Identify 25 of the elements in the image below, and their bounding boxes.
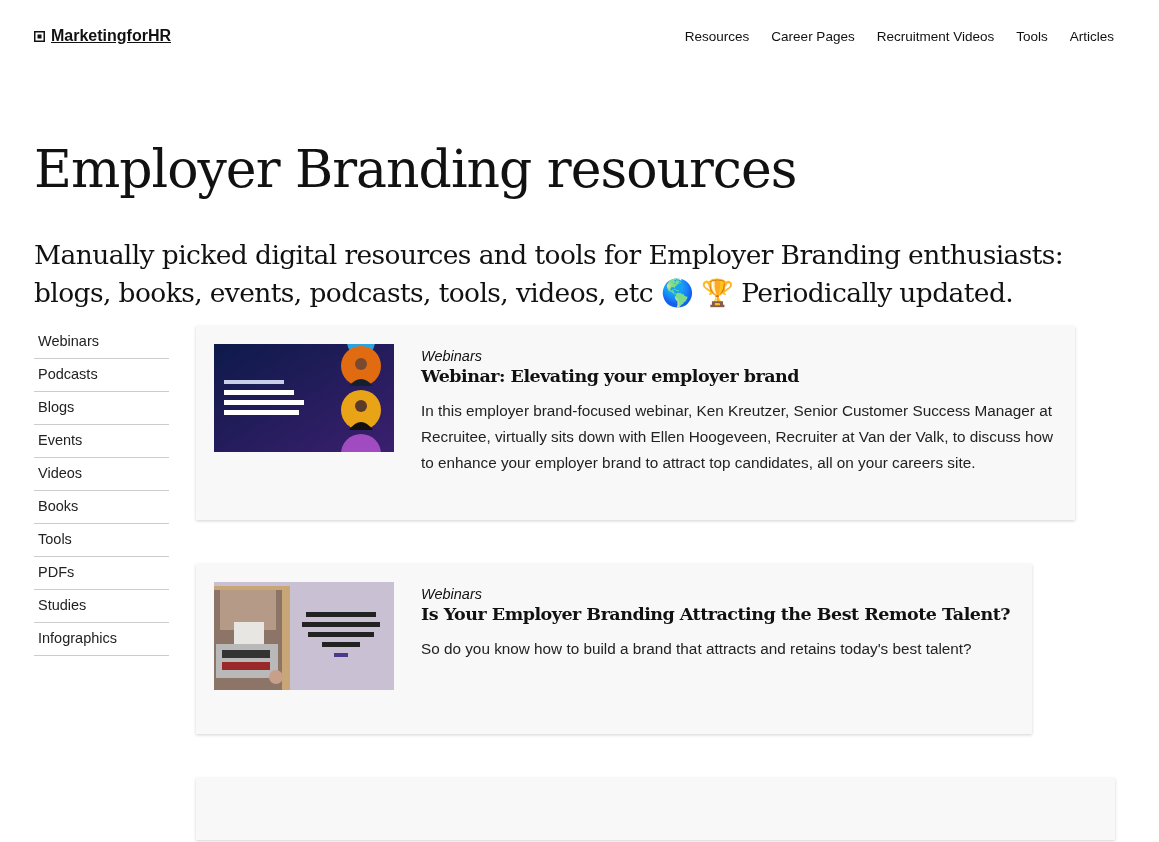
sidebar-link[interactable]: Studies <box>34 590 169 624</box>
card-description: In this employer brand-focused webinar, Ken Kreutzer, Senior Customer Success Manager at Recruitee, virtually sits down with Ellen Hoogeveen, Recruiter at Van der Valk, to discuss how to enhance your employer brand to attract top candidates, all on your careers site. <box>421 401 1053 474</box>
sidebar-link[interactable]: Podcasts <box>34 359 169 393</box>
page-subtitle: Manually picked digital resources and tools for Employer Branding enthusiasts: blogs, books, events, podcasts, tools, videos, etc 🌎 🏆 Periodically updated. <box>34 238 1065 311</box>
sidebar-link[interactable]: Infographics <box>34 623 169 657</box>
card-category: Webinars <box>421 348 483 365</box>
sidebar-link[interactable]: Events <box>34 425 169 459</box>
sidebar-link[interactable]: Blogs <box>34 392 169 426</box>
logo-icon <box>34 30 45 42</box>
card-description: So do you know how to build a brand that attracts and retains today's best talent? <box>421 639 973 660</box>
sidebar-link[interactable]: Books <box>34 491 169 525</box>
sidebar-link[interactable]: PDFs <box>34 557 169 591</box>
nav-link[interactable]: Resources <box>684 28 750 44</box>
page-title: Employer Branding resources <box>34 141 798 199</box>
sidebar-link[interactable]: Webinars <box>34 326 169 360</box>
nav-link[interactable]: Articles <box>1069 28 1114 44</box>
card-title[interactable]: Is Your Employer Branding Attracting the Best Remote Talent? <box>421 604 1010 625</box>
nav-link[interactable]: Tools <box>1016 28 1048 44</box>
nav-link[interactable]: Recruitment Videos <box>876 28 995 44</box>
card-category: Webinars <box>421 586 483 603</box>
sidebar-link[interactable]: Tools <box>34 524 169 558</box>
nav-link[interactable]: Career Pages <box>771 28 855 44</box>
logo-link[interactable]: MarketingforHR <box>34 27 171 45</box>
card-title[interactable]: Webinar: Elevating your employer brand <box>421 366 1053 387</box>
sidebar-link[interactable]: Videos <box>34 458 169 492</box>
